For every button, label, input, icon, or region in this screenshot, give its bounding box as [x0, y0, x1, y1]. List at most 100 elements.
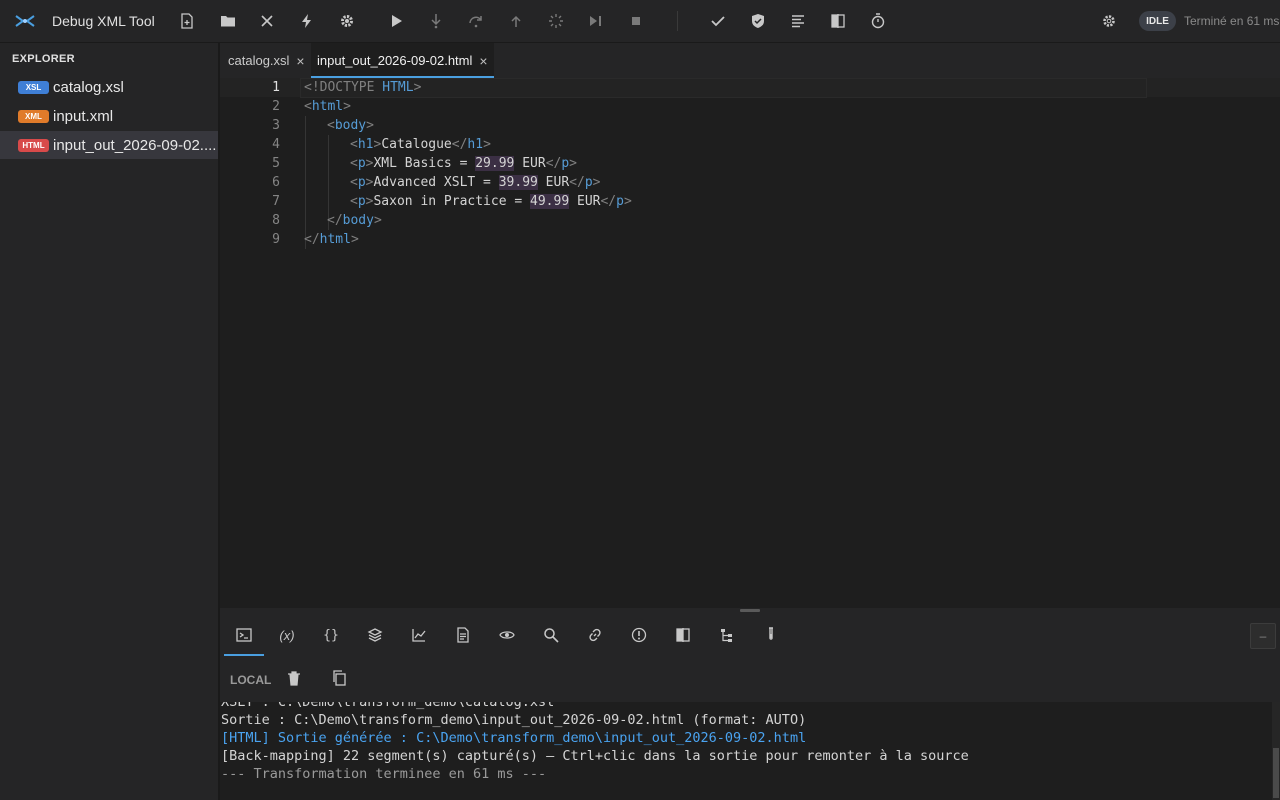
- line-number: 3: [272, 118, 280, 133]
- code-line[interactable]: 4 <h1>Catalogue</h1>: [220, 135, 1280, 154]
- tab-label: input_out_2026-09-02.html: [317, 53, 473, 68]
- file-name: catalog.xsl: [53, 78, 124, 96]
- tab-close-icon[interactable]: ×: [296, 53, 304, 69]
- file-item-output-html[interactable]: HTML input_out_2026-09-02....: [0, 131, 218, 159]
- file-item-input-xml[interactable]: XML input.xml: [0, 102, 218, 130]
- code-token: Advanced XSLT =: [373, 175, 499, 190]
- trash-icon[interactable]: [286, 670, 304, 688]
- xsl-file-icon: XSL: [18, 80, 49, 94]
- code-token: 39.99: [498, 175, 538, 190]
- code-token: >: [366, 118, 374, 133]
- explorer-sidebar: EXPLORER XSL catalog.xsl XML input.xml H…: [0, 43, 220, 800]
- code-token: p: [357, 175, 366, 190]
- chart-icon[interactable]: [407, 624, 431, 646]
- explorer-title: EXPLORER: [12, 53, 75, 65]
- code-token: h1: [467, 137, 484, 152]
- shield-check-icon[interactable]: [747, 10, 769, 32]
- braces-icon[interactable]: {}: [319, 624, 343, 646]
- code-token: >: [413, 80, 422, 95]
- code-token: </: [451, 137, 468, 152]
- code-token: 29.99: [475, 156, 515, 171]
- splitter-handle[interactable]: [740, 609, 760, 612]
- timer-icon[interactable]: [867, 10, 889, 32]
- app-logo-icon: [15, 15, 35, 27]
- stop-icon[interactable]: [625, 10, 647, 32]
- code-token: EUR: [569, 194, 601, 209]
- code-text: <!DOCTYPE HTML>: [304, 78, 421, 97]
- console-icon[interactable]: [224, 624, 264, 656]
- breakpoint-cursor-icon[interactable]: [545, 10, 567, 32]
- code-line[interactable]: 3 <body>: [220, 116, 1280, 135]
- code-token: </: [327, 213, 343, 228]
- console-output[interactable]: XSLT : C:\Demo\transform_demo\catalog.xs…: [220, 702, 1280, 800]
- validate-check-icon[interactable]: [707, 10, 729, 32]
- code-token: <: [350, 194, 358, 209]
- layers-icon[interactable]: [363, 624, 387, 646]
- step-into-icon[interactable]: [425, 10, 447, 32]
- code-token: h1: [357, 137, 374, 152]
- code-token: html: [319, 232, 351, 247]
- line-number: 5: [272, 156, 280, 171]
- code-line[interactable]: 2 <html>: [220, 97, 1280, 116]
- eye-icon[interactable]: [495, 624, 519, 646]
- code-text: </body>: [327, 211, 382, 230]
- code-editor[interactable]: 1 <!DOCTYPE HTML> 2 <html> 3 <body> 4 <h1>Catal…: [220, 78, 1280, 608]
- open-folder-icon[interactable]: [217, 10, 239, 32]
- code-token: <: [350, 175, 358, 190]
- lightning-icon[interactable]: [296, 10, 318, 32]
- play-icon[interactable]: [385, 10, 407, 32]
- link-icon[interactable]: [583, 624, 607, 646]
- new-file-icon[interactable]: [176, 10, 198, 32]
- code-token: <: [327, 118, 335, 133]
- code-token: p: [561, 156, 570, 171]
- line-number: 8: [272, 213, 280, 228]
- code-token: >: [350, 232, 359, 247]
- code-token: </: [545, 156, 562, 171]
- code-token: p: [584, 175, 593, 190]
- test-tube-icon[interactable]: [759, 624, 783, 646]
- code-token: >: [623, 194, 632, 209]
- console-scroll-thumb[interactable]: [1273, 748, 1279, 798]
- alert-icon[interactable]: [627, 624, 651, 646]
- tree-icon[interactable]: [715, 624, 739, 646]
- run-to-cursor-icon[interactable]: [585, 10, 607, 32]
- tab-catalog-xsl[interactable]: catalog.xsl ×: [228, 43, 305, 78]
- html-file-icon: HTML: [18, 138, 49, 152]
- code-line[interactable]: 5 <p>XML Basics = 29.99 EUR</p>: [220, 154, 1280, 173]
- status-text: Terminé en 61 ms: [1184, 14, 1280, 28]
- code-token: p: [616, 194, 624, 209]
- file-item-catalog-xsl[interactable]: XSL catalog.xsl: [0, 73, 218, 101]
- panel-minimize-button[interactable]: –: [1250, 623, 1276, 649]
- compare-icon[interactable]: [827, 10, 849, 32]
- gear-icon[interactable]: [336, 10, 358, 32]
- code-line[interactable]: 6 <p>Advanced XSLT = 39.99 EUR</p>: [220, 173, 1280, 192]
- xml-file-icon: XML: [18, 109, 49, 123]
- panel-tabs: (x) {} –: [220, 614, 1280, 657]
- line-number: 1: [272, 80, 280, 95]
- document-icon[interactable]: [451, 624, 475, 646]
- code-line[interactable]: 7 <p>Saxon in Practice = 49.99 EUR</p>: [220, 192, 1280, 211]
- console-scrollbar[interactable]: [1272, 702, 1280, 800]
- tab-close-icon[interactable]: ×: [479, 53, 487, 69]
- code-line[interactable]: 9 </html>: [220, 230, 1280, 249]
- search-icon[interactable]: [539, 624, 563, 646]
- format-lines-icon[interactable]: [787, 10, 809, 32]
- code-token: >: [373, 213, 382, 228]
- step-out-icon[interactable]: [505, 10, 527, 32]
- code-text: <h1>Catalogue</h1>: [350, 135, 491, 154]
- title-bar: Debug XML Tool IDLE Terminé en 61 ms: [0, 0, 1280, 43]
- code-text: </html>: [304, 230, 359, 249]
- settings-gear-icon[interactable]: [1098, 10, 1120, 32]
- copy-icon[interactable]: [331, 670, 349, 688]
- close-icon[interactable]: [256, 10, 278, 32]
- compare-panel-icon[interactable]: [671, 624, 695, 646]
- code-token: body: [334, 118, 367, 133]
- step-over-icon[interactable]: [465, 10, 487, 32]
- code-line[interactable]: 1 <!DOCTYPE HTML>: [220, 78, 1280, 98]
- file-name: input_out_2026-09-02....: [53, 136, 216, 154]
- variables-icon[interactable]: (x): [275, 624, 299, 646]
- code-token: </: [569, 175, 585, 190]
- tab-output-html[interactable]: input_out_2026-09-02.html ×: [311, 43, 494, 78]
- code-line[interactable]: 8 </body>: [220, 211, 1280, 230]
- code-token: >: [592, 175, 601, 190]
